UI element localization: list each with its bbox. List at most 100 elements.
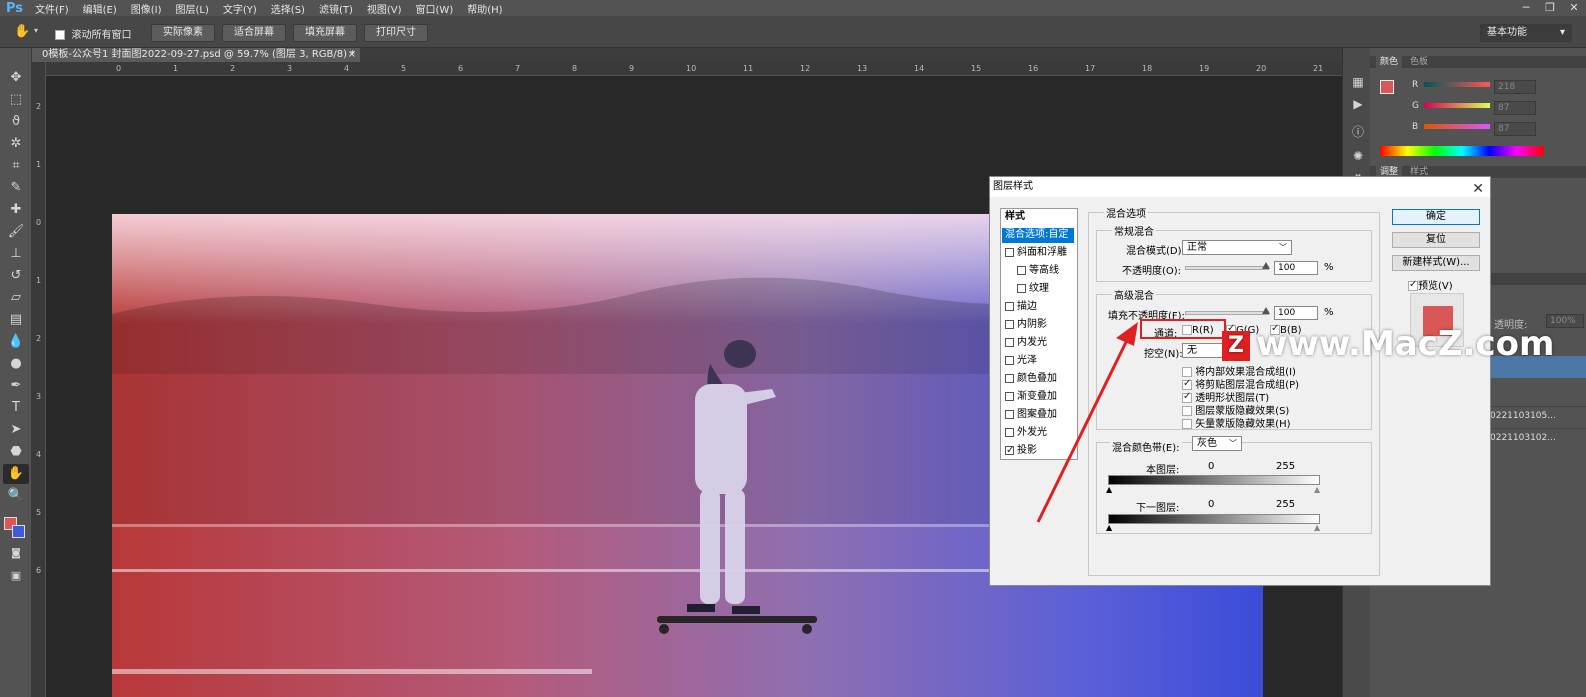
workspace-select[interactable]: 基本功能 ▾	[1480, 24, 1572, 42]
menu-layer[interactable]: 图层(L)	[176, 1, 209, 16]
blue-value-field[interactable]: 87	[1494, 122, 1536, 136]
dodge-tool-icon[interactable]: ●	[3, 354, 29, 374]
zoom-tool-icon[interactable]: 🔍	[3, 486, 29, 506]
slider-handle-icon[interactable]: ▲	[1314, 523, 1320, 532]
opacity-slider[interactable]	[1185, 262, 1270, 270]
opacity-input[interactable]: 100	[1274, 261, 1318, 275]
green-slider[interactable]	[1424, 103, 1490, 108]
lasso-tool-icon[interactable]: ϑ	[3, 112, 29, 132]
eyedropper-tool-icon[interactable]: ✎	[3, 178, 29, 198]
brush-settings-icon[interactable]: ✺	[1345, 146, 1371, 166]
tool-preset-chevron-icon[interactable]: ▾	[34, 26, 38, 35]
layer-name: 0221103105...	[1490, 411, 1556, 421]
ruler-tick-label: 17	[1085, 64, 1096, 73]
chevron-down-icon: ▾	[1559, 27, 1565, 38]
red-label: R	[1412, 80, 1419, 90]
eraser-tool-icon[interactable]: ▱	[3, 288, 29, 308]
menu-help[interactable]: 帮助(H)	[467, 1, 502, 16]
history-panel-icon[interactable]: ▦	[1345, 72, 1371, 92]
screen-mode-icon[interactable]: ▣	[3, 566, 29, 586]
scroll-all-windows-checkbox[interactable]	[55, 30, 65, 40]
tab-swatches[interactable]: 色板	[1406, 56, 1432, 68]
style-item-blending-options[interactable]: 混合选项:自定	[1005, 228, 1068, 242]
hand-tool-icon[interactable]: ✋	[3, 464, 29, 484]
background-color-swatch[interactable]	[12, 525, 25, 538]
green-value-field[interactable]: 87	[1494, 101, 1536, 115]
underlying-max: 255	[1276, 499, 1296, 510]
red-slider[interactable]	[1424, 82, 1490, 87]
close-tab-icon[interactable]: ×	[348, 48, 356, 62]
menu-select[interactable]: 选择(S)	[271, 1, 305, 16]
menu-edit[interactable]: 编辑(E)	[83, 1, 117, 16]
vertical-ruler: 2 1 0 1 2 3 4 5 6	[32, 62, 46, 697]
magic-wand-tool-icon[interactable]: ✲	[3, 134, 29, 154]
clone-stamp-tool-icon[interactable]: ⊥	[3, 244, 29, 264]
percent-label: %	[1324, 262, 1334, 273]
opacity-label: 不透明度(O):	[1122, 266, 1182, 277]
tab-color[interactable]: 颜色	[1376, 56, 1403, 68]
foreground-color-chip[interactable]	[1380, 80, 1394, 94]
gradient-tool-icon[interactable]: ▤	[3, 310, 29, 330]
menu-file[interactable]: 文件(F)	[35, 1, 69, 16]
ruler-tick-label: 10	[686, 64, 697, 73]
quick-mask-icon[interactable]: ◙	[3, 544, 29, 564]
shape-tool-icon[interactable]: ⬣	[3, 442, 29, 462]
menu-image[interactable]: 图像(I)	[131, 1, 162, 16]
document-tab[interactable]: 0模板-公众号1 封面图2022-09-27.psd @ 59.7% (图层 3…	[32, 48, 360, 62]
menu-window[interactable]: 窗口(W)	[416, 1, 454, 16]
actual-pixels-button[interactable]: 实际像素	[151, 24, 215, 42]
ok-button[interactable]: 确定	[1392, 209, 1480, 225]
print-size-button[interactable]: 打印尺寸	[364, 24, 428, 42]
preview-checkbox[interactable]: 预览(V)	[1408, 277, 1453, 292]
fill-opacity-input[interactable]: 100	[1274, 306, 1318, 320]
minimize-icon[interactable]: ─	[1514, 0, 1538, 16]
close-icon[interactable]: ✕	[1562, 0, 1586, 16]
brush-tool-icon[interactable]: 🖌	[3, 222, 29, 242]
ruler-tick-label: 2	[36, 102, 42, 111]
reset-button[interactable]: 复位	[1392, 232, 1480, 248]
window-controls: ─ ❐ ✕	[1514, 0, 1586, 16]
new-style-button[interactable]: 新建样式(W)...	[1392, 255, 1480, 271]
pen-tool-icon[interactable]: ✒	[3, 376, 29, 396]
ruler-tick-label: 5	[401, 64, 407, 73]
document-title: 0模板-公众号1 封面图2022-09-27.psd @ 59.7% (图层 3…	[42, 49, 356, 60]
marquee-tool-icon[interactable]: ⬚	[3, 90, 29, 110]
watermark-logo-icon: Z	[1222, 331, 1250, 361]
blur-tool-icon[interactable]: 💧	[3, 332, 29, 352]
option-vector-mask-hides[interactable]: 矢量蒙版隐藏效果(H)	[1182, 415, 1291, 430]
style-item-contour[interactable]: 等高线	[1017, 264, 1059, 278]
restore-icon[interactable]: ❐	[1538, 0, 1562, 16]
general-blending-title: 常规混合	[1112, 223, 1156, 238]
menu-view[interactable]: 视图(V)	[367, 1, 402, 16]
ruler-tick-label: 11	[743, 64, 754, 73]
red-value-field[interactable]: 218	[1494, 80, 1536, 94]
blend-mode-select[interactable]: 正常 ﹀	[1182, 240, 1292, 255]
tool-panel: ✥ ⬚ ϑ ✲ ⌗ ✎ ✚ 🖌 ⊥ ↺ ▱ ▤ 💧 ● ✒ T ➤ ⬣ ✋ 🔍 …	[0, 48, 32, 697]
ruler-tick-label: 1	[36, 160, 42, 169]
path-selection-tool-icon[interactable]: ➤	[3, 420, 29, 440]
history-brush-tool-icon[interactable]: ↺	[3, 266, 29, 286]
slider-handle-icon[interactable]: ▲	[1314, 485, 1320, 494]
this-layer-min: 0	[1208, 461, 1215, 472]
fit-screen-button[interactable]: 适合屏幕	[222, 24, 286, 42]
crop-tool-icon[interactable]: ⌗	[3, 156, 29, 176]
blend-if-select[interactable]: 灰色 ﹀	[1192, 436, 1242, 451]
move-tool-icon[interactable]: ✥	[3, 68, 29, 88]
options-bar: ✋ ▾ 滚动所有窗口 实际像素 适合屏幕 填充屏幕 打印尺寸 基本功能 ▾	[0, 16, 1586, 48]
style-item-stroke[interactable]: 描边	[1005, 300, 1037, 314]
blue-slider[interactable]	[1424, 124, 1490, 129]
ruler-tick-label: 4	[36, 450, 42, 459]
menu-type[interactable]: 文字(Y)	[223, 1, 257, 16]
style-item-bevel[interactable]: 斜面和浮雕	[1005, 246, 1067, 260]
color-spectrum-bar[interactable]	[1380, 146, 1544, 156]
actions-play-icon[interactable]: ▶	[1345, 94, 1371, 114]
close-icon[interactable]: ✕	[1472, 179, 1484, 199]
fill-screen-button[interactable]: 填充屏幕	[293, 24, 357, 42]
info-panel-icon[interactable]: ⓘ	[1345, 122, 1371, 142]
healing-brush-tool-icon[interactable]: ✚	[3, 200, 29, 220]
fill-opacity-slider[interactable]	[1185, 307, 1270, 315]
style-item-texture[interactable]: 纹理	[1017, 282, 1049, 296]
type-tool-icon[interactable]: T	[3, 398, 29, 418]
ruler-tick-label: 12	[800, 64, 811, 73]
menu-filter[interactable]: 滤镜(T)	[319, 1, 353, 16]
